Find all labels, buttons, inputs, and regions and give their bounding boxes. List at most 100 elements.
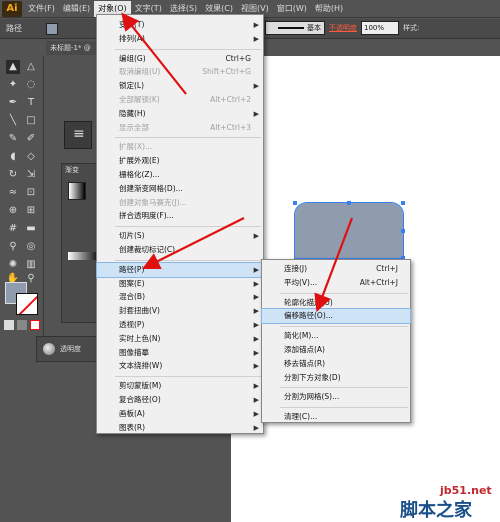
- menu-item[interactable]: 变换(T) ▶: [97, 18, 263, 32]
- eyedropper-icon[interactable]: ⚲: [6, 240, 20, 254]
- menu-item-label: 创建渐变网格(D)...: [119, 183, 183, 193]
- menu-item[interactable]: 添加锚点(A): [262, 343, 410, 357]
- menu-item[interactable]: 扩展外观(E): [97, 154, 263, 168]
- eraser-icon[interactable]: ◇: [24, 150, 38, 164]
- menu-item[interactable]: 栅格化(Z)...: [97, 168, 263, 182]
- rounded-rectangle-shape[interactable]: [294, 202, 404, 259]
- menu-item[interactable]: 文本绕排(W) ▶: [97, 359, 263, 373]
- line-tool-icon[interactable]: ╲: [6, 114, 20, 128]
- free-transform-icon[interactable]: ⊡: [24, 186, 38, 200]
- stroke-style-select[interactable]: 基本: [265, 21, 325, 35]
- menu-separator: [115, 48, 261, 50]
- menu-item[interactable]: 混合(B) ▶: [97, 290, 263, 304]
- graph-tool-icon[interactable]: ▥: [24, 258, 38, 272]
- blend-tool-icon[interactable]: ◎: [24, 240, 38, 254]
- shape-builder-icon[interactable]: ⊕: [6, 204, 20, 218]
- gradient-tool-icon[interactable]: ▬: [24, 222, 38, 236]
- menu-item[interactable]: 透视(P) ▶: [97, 318, 263, 332]
- menu-item-shortcut: Alt+Ctrl+3: [210, 122, 251, 132]
- anchor-point[interactable]: [401, 201, 405, 205]
- fill-mode-icon[interactable]: [4, 320, 14, 330]
- menubar-item[interactable]: 文件(F): [24, 1, 59, 17]
- style-label: 样式:: [403, 24, 420, 32]
- pen-tool-icon[interactable]: ✒: [6, 96, 20, 110]
- direct-selection-tool-icon[interactable]: △: [24, 60, 38, 74]
- menu-item[interactable]: 画板(A) ▶: [97, 407, 263, 421]
- menu-item-label: 连接(J): [284, 264, 308, 273]
- anchor-point[interactable]: [401, 229, 405, 233]
- menu-item[interactable]: 清理(C)...: [262, 410, 410, 424]
- submenu-arrow-icon: ▶: [253, 21, 259, 29]
- submenu-arrow-icon: ▶: [253, 334, 259, 343]
- gradient-swatch[interactable]: [68, 182, 86, 200]
- menu-item[interactable]: 创建对象马赛克(J)...: [97, 196, 263, 210]
- menu-item[interactable]: 路径(P) ▶: [96, 261, 264, 278]
- menu-item-shortcut: Shift+Ctrl+G: [202, 67, 251, 77]
- scale-tool-icon[interactable]: ⇲: [24, 168, 38, 182]
- menu-item[interactable]: 编组(G) Ctrl+G: [97, 52, 263, 66]
- menu-item[interactable]: 隐藏(H) ▶: [97, 107, 263, 121]
- menu-item[interactable]: 扩展(X)...: [97, 140, 263, 154]
- transparency-panel-tab[interactable]: 透明度: [36, 336, 98, 362]
- opacity-link[interactable]: 不透明度: [329, 23, 357, 33]
- menu-item[interactable]: 显示全部 Alt+Ctrl+3: [97, 121, 263, 135]
- rectangle-tool-icon[interactable]: □: [24, 114, 38, 128]
- menu-item-label: 变换(T): [119, 20, 145, 29]
- magic-wand-icon[interactable]: ✦: [6, 78, 20, 92]
- width-tool-icon[interactable]: ≈: [6, 186, 20, 200]
- panel-menu-icon[interactable]: [64, 121, 92, 149]
- menu-item[interactable]: 排列(A) ▶: [97, 32, 263, 46]
- menu-item-label: 全部解锁(K): [119, 95, 160, 104]
- stroke-color-box[interactable]: [16, 293, 38, 315]
- menu-item[interactable]: 取消编组(U) Shift+Ctrl+G: [97, 65, 263, 79]
- menu-item[interactable]: 拼合透明度(F)...: [97, 209, 263, 223]
- menu-item[interactable]: 轮廓化描边(U): [262, 296, 410, 310]
- lasso-icon[interactable]: ◌: [24, 78, 38, 92]
- menu-item[interactable]: 分割下方对象(D): [262, 371, 410, 385]
- menu-item[interactable]: 锁定(L) ▶: [97, 79, 263, 93]
- anchor-point[interactable]: [293, 201, 297, 205]
- paintbrush-icon[interactable]: ✎: [6, 132, 20, 146]
- menubar-item[interactable]: 窗口(W): [273, 1, 311, 17]
- gradient-panel-tab[interactable]: 渐变: [65, 165, 79, 175]
- gradient-mode-icon[interactable]: [17, 320, 27, 330]
- fill-swatch[interactable]: [46, 22, 58, 35]
- menu-item[interactable]: 移去锚点(R): [262, 357, 410, 371]
- menu-item[interactable]: 剪切蒙版(M) ▶: [97, 379, 263, 393]
- menu-item[interactable]: 图案(E) ▶: [97, 277, 263, 291]
- document-tab[interactable]: 未标题-1* @: [46, 41, 102, 55]
- menu-item[interactable]: 切片(S) ▶: [97, 229, 263, 243]
- menu-separator: [280, 407, 408, 409]
- menu-item[interactable]: 分割为网格(S)...: [262, 390, 410, 404]
- menu-item[interactable]: 全部解锁(K) Alt+Ctrl+2: [97, 93, 263, 107]
- none-mode-icon[interactable]: [30, 320, 40, 330]
- menu-item-label: 切片(S): [119, 231, 145, 241]
- anchor-point[interactable]: [347, 201, 351, 205]
- blob-brush-icon[interactable]: ◖: [6, 150, 20, 164]
- menubar-item[interactable]: 帮助(H): [311, 1, 347, 17]
- submenu-arrow-icon: ▶: [253, 396, 259, 404]
- menu-item[interactable]: 创建裁切标记(C): [97, 243, 263, 257]
- pencil-icon[interactable]: ✐: [24, 132, 38, 146]
- rotate-tool-icon[interactable]: ↻: [6, 168, 20, 182]
- selection-tool-icon[interactable]: ▲: [6, 60, 20, 74]
- menu-item-label: 显示全部: [119, 122, 149, 132]
- menu-item[interactable]: 图像描摹 ▶: [97, 346, 263, 360]
- menu-item[interactable]: 图表(R) ▶: [97, 421, 263, 435]
- menu-item[interactable]: 创建渐变网格(D)...: [97, 182, 263, 196]
- menu-item[interactable]: 连接(J) Ctrl+J: [262, 262, 410, 276]
- menu-item[interactable]: 复合路径(O) ▶: [97, 393, 263, 407]
- menu-item[interactable]: 封套扭曲(V) ▶: [97, 304, 263, 318]
- menu-item[interactable]: 实时上色(N) ▶: [97, 332, 263, 346]
- menu-item[interactable]: 平均(V)... Alt+Ctrl+J: [262, 276, 410, 290]
- type-tool-icon[interactable]: T: [24, 96, 38, 110]
- symbol-sprayer-icon[interactable]: ✺: [6, 258, 20, 272]
- perspective-grid-icon[interactable]: ⊞: [24, 204, 38, 218]
- menu-item[interactable]: 偏移路径(O)...: [261, 308, 411, 325]
- menu-separator: [115, 376, 261, 378]
- mesh-tool-icon[interactable]: #: [6, 222, 20, 236]
- opacity-input[interactable]: 100%: [361, 21, 399, 35]
- menubar-item[interactable]: 编辑(E): [59, 1, 94, 17]
- menu-item-label: 平均(V)...: [284, 277, 318, 287]
- menu-item[interactable]: 简化(M)...: [262, 329, 410, 343]
